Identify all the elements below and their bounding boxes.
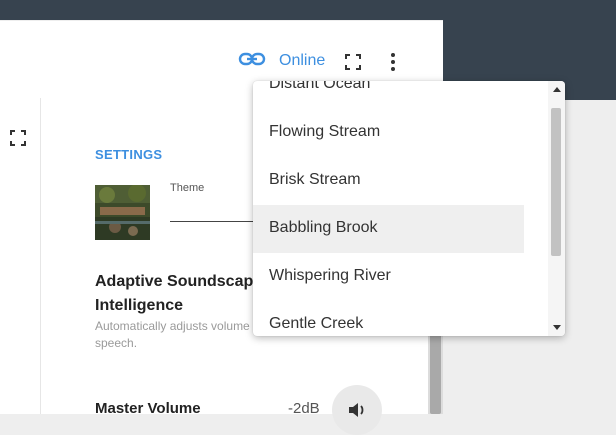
master-volume-label: Master Volume [95, 400, 201, 417]
theme-label: Theme [170, 182, 205, 194]
link-icon[interactable] [238, 50, 266, 70]
dropdown-scrollbar-thumb[interactable] [551, 108, 561, 256]
connection-status[interactable]: Online [279, 52, 325, 70]
volume-icon [349, 403, 364, 417]
volume-button[interactable] [332, 385, 382, 435]
adaptive-soundscape-title: Adaptive Soundscap Intelligence [95, 270, 255, 318]
scroll-up-arrow-icon[interactable] [553, 87, 561, 92]
dropdown-option[interactable]: Whispering River [253, 253, 524, 301]
dropdown-option[interactable]: Flowing Stream [253, 109, 524, 157]
dropdown-option-highlighted[interactable]: Babbling Brook [253, 205, 524, 253]
settings-heading: SETTINGS [95, 147, 163, 162]
fullscreen-icon[interactable] [344, 53, 362, 71]
adaptive-desc-line1: Automatically adjusts volume [95, 319, 250, 333]
scroll-down-arrow-icon[interactable] [553, 325, 561, 330]
more-vert-icon[interactable] [385, 52, 401, 72]
dropdown-option[interactable]: Distant Ocean [253, 81, 524, 109]
adaptive-desc-line2: speech. [95, 336, 138, 350]
adaptive-title-line2: Intelligence [95, 297, 184, 314]
dropdown-option[interactable]: Brisk Stream [253, 157, 524, 205]
adaptive-description: Automatically adjusts volume speech. [95, 318, 255, 352]
theme-thumbnail[interactable] [95, 185, 150, 240]
dropdown-option[interactable]: Gentle Creek [253, 301, 524, 336]
theme-dropdown[interactable]: Distant Ocean Flowing Stream Brisk Strea… [253, 81, 565, 336]
dropdown-scrollbar[interactable] [548, 81, 565, 336]
theme-select-underline[interactable] [170, 221, 260, 222]
sidebar-fullscreen-icon[interactable] [10, 130, 26, 146]
top-app-bar [0, 0, 616, 20]
master-volume-value: -2dB [288, 400, 320, 417]
adaptive-title-line1: Adaptive Soundscap [95, 273, 254, 290]
